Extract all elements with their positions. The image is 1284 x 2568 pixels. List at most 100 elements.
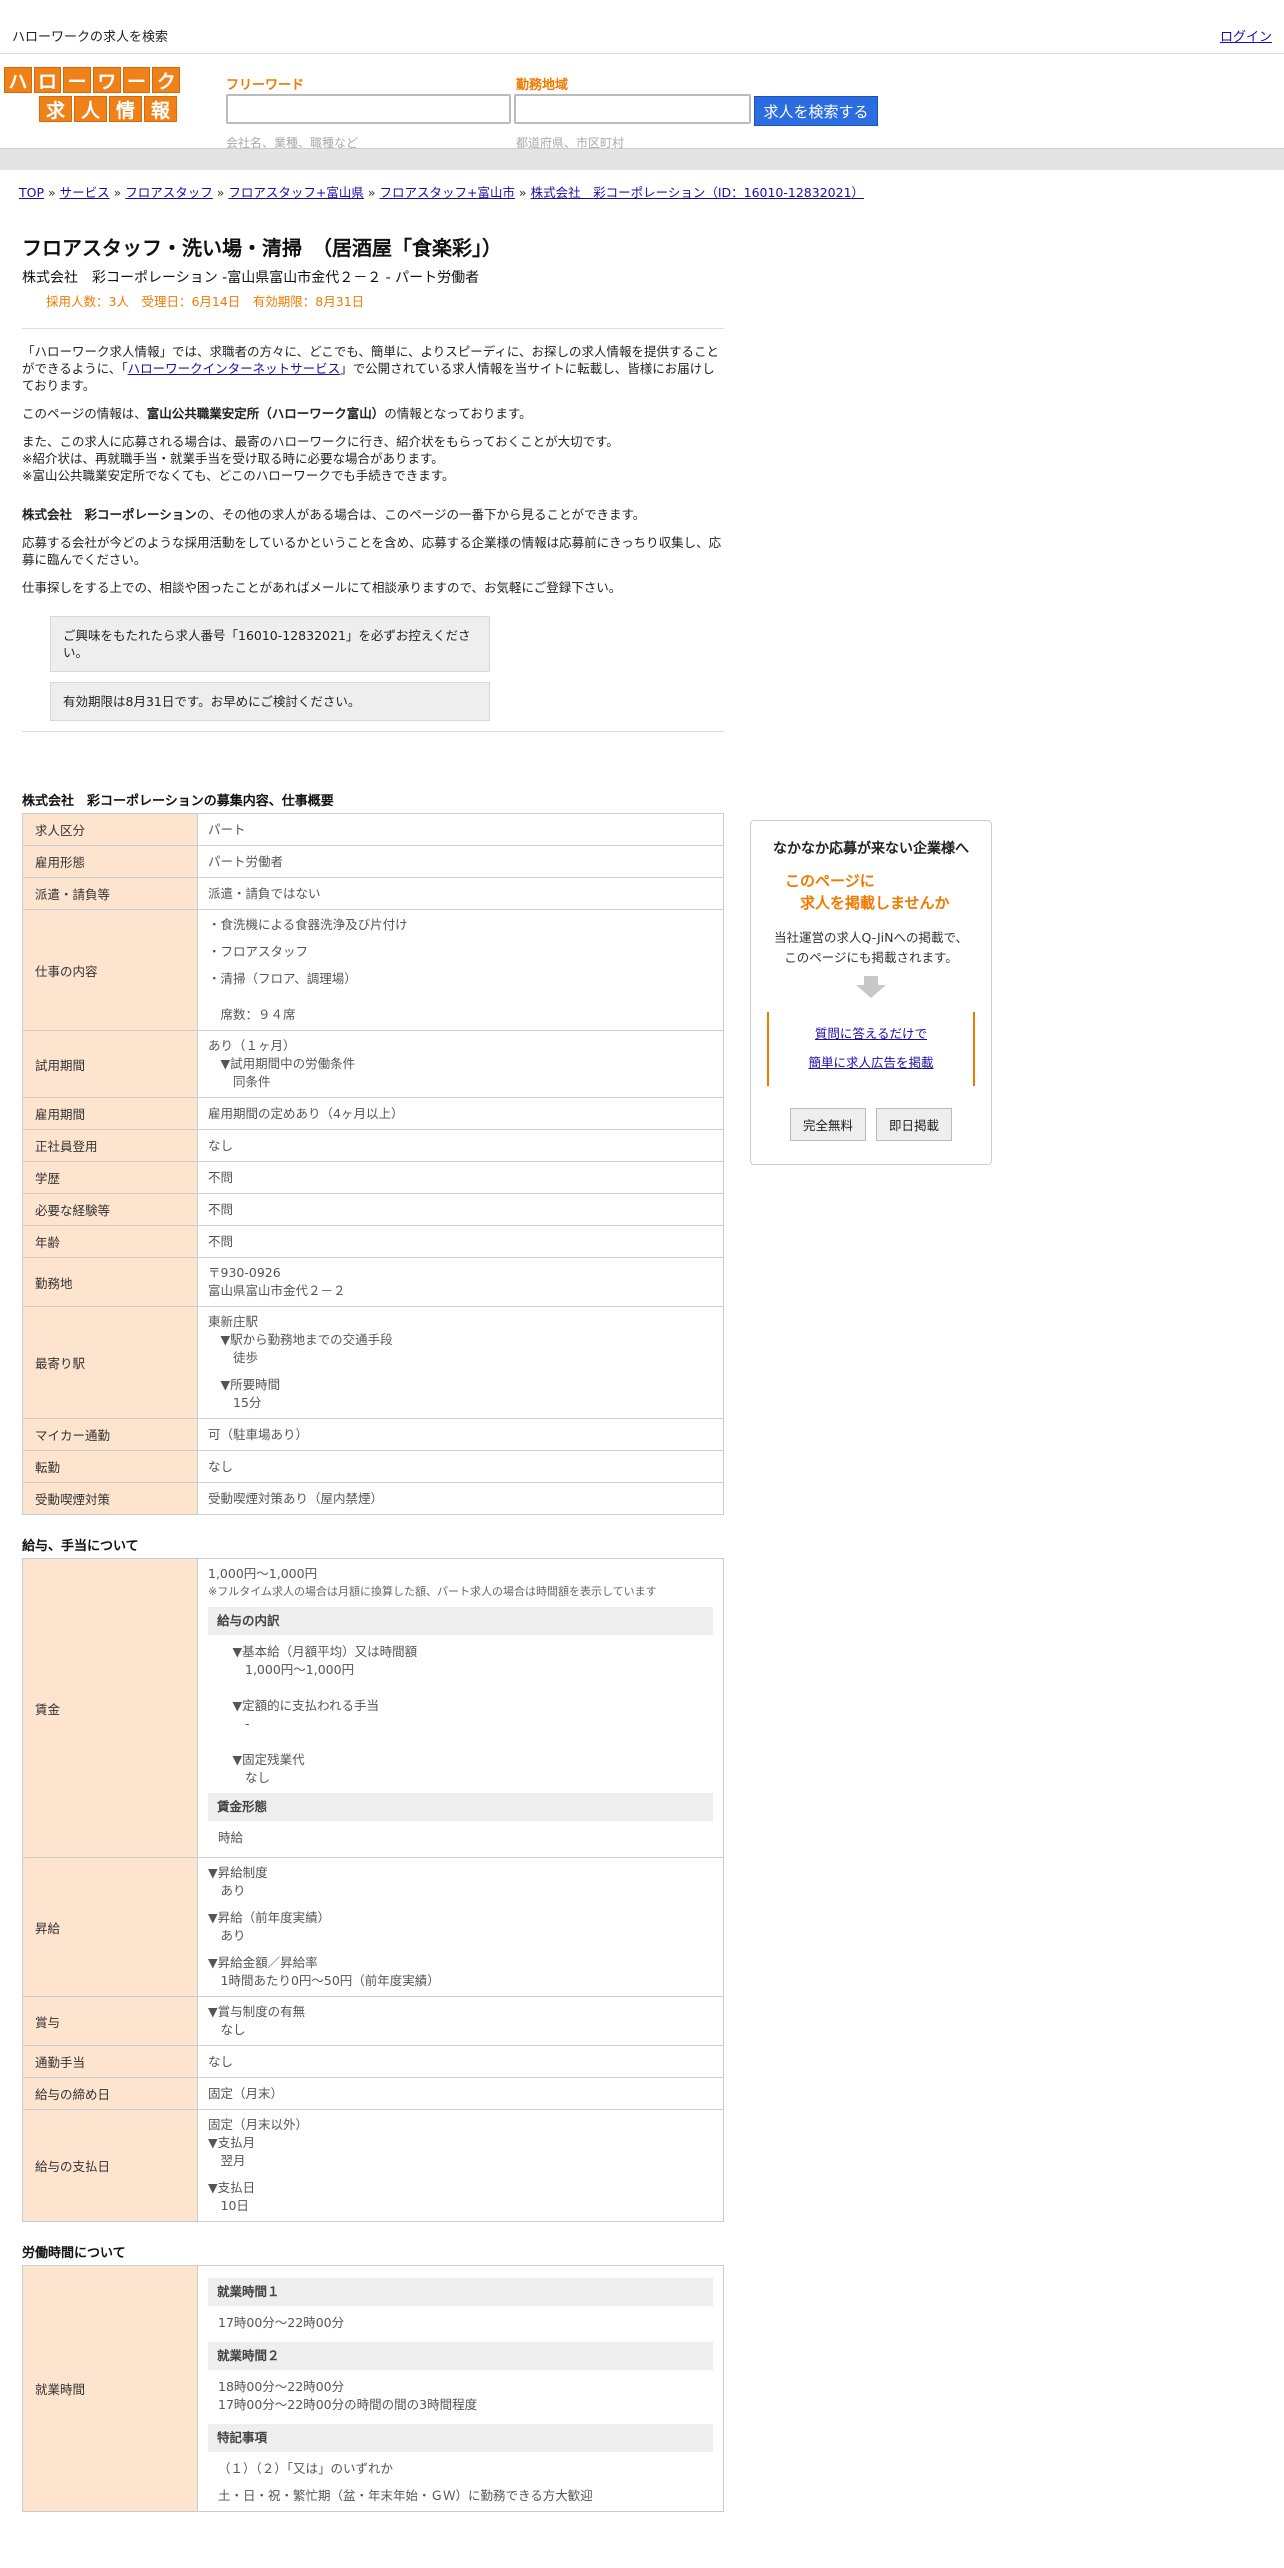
row-value: なし	[197, 1129, 724, 1162]
ad-body-line: 当社運営の求人Q-JiNへの掲載で、	[774, 930, 968, 945]
breadcrumb-link[interactable]: フロアスタッフ+富山県	[228, 185, 363, 200]
value-line: なし	[208, 1458, 234, 1474]
row-value: ・食洗機による食器洗浄及び片付け ・フロアスタッフ ・清掃（フロア、調理場） 席数：…	[197, 909, 724, 1031]
table-row: 賃金 1,000円〜1,000円 ※フルタイム求人の場合は月額に換算した額、パー…	[22, 1558, 724, 1858]
value-line: ・フロアスタッフ	[208, 944, 309, 959]
source-text: の情報となっております。	[384, 406, 532, 421]
value-line: ▼昇給金額／昇給率	[208, 1955, 318, 1970]
value-line: ▼試用期間中の労働条件	[208, 1056, 356, 1071]
site-title: ハローワークの求人を検索	[12, 30, 169, 45]
logo-char: ク	[152, 67, 181, 93]
free-button[interactable]: 完全無料	[789, 1108, 866, 1141]
table-row: 派遣・請負等 派遣・請負ではない	[22, 877, 724, 910]
top-bar: ハローワークの求人を検索 ログイン	[0, 0, 1284, 54]
referral-note: ※富山公共職業安定所でなくても、どこのハローワークでも手続きできます。	[22, 468, 455, 483]
row-label: 求人区分	[22, 813, 198, 846]
value-line: なし	[220, 1770, 271, 1785]
value-line	[220, 1733, 713, 1751]
value-line: -	[220, 1716, 250, 1731]
table-row: 試用期間 あり（１ヶ月） ▼試用期間中の労働条件 同条件	[22, 1030, 724, 1098]
research-paragraph: 応募する会社が今どのような採用活動をしているかということを含め、応募する企業様の…	[22, 535, 722, 567]
value-line: ▼所要時間	[208, 1377, 281, 1392]
job-number-notice: ご興味をもたれたら求人番号「16010-12832021」を必ずお控えください。	[50, 616, 490, 672]
search-button[interactable]: 求人を検索する	[754, 96, 878, 126]
table-row: 給与の支払日 固定（月末以外） ▼支払月 翌月 ▼支払日 10日	[22, 2109, 724, 2222]
value-line: ▼定額的に支払われる手当	[220, 1698, 380, 1713]
row-label: 雇用形態	[22, 845, 198, 878]
area-input[interactable]	[514, 94, 751, 124]
breadcrumb-link[interactable]: サービス	[60, 185, 110, 200]
row-value: 可（駐車場あり）	[197, 1418, 724, 1451]
hours-table: 就業時間 就業時間１ 17時00分〜22時00分 就業時間２ 18時00分〜22…	[22, 2265, 724, 2512]
breadcrumb-link[interactable]: 株式会社 彩コーポレーション（ID：16010-12832021）	[531, 185, 864, 200]
breadcrumb-separator: »	[212, 185, 229, 200]
other-jobs-paragraph: 株式会社 彩コーポレーションの、その他の求人がある場合は、このページの一番下から…	[22, 506, 724, 523]
value-line: なし	[208, 1137, 234, 1153]
row-value: 不問	[197, 1225, 724, 1258]
wage-detail: ▼基本給（月額平均）又は時間額 1,000円〜1,000円 ▼定額的に支払われる…	[208, 1643, 713, 1787]
value-line: 受動喫煙対策あり（屋内禁煙）	[208, 1490, 384, 1506]
freeword-hint: 会社名、業種、職種など	[226, 136, 359, 150]
value-line	[208, 997, 713, 1006]
hours1-heading: 就業時間１	[208, 2278, 713, 2306]
raise-label: 昇給	[22, 1857, 198, 1997]
logo-char: ー	[63, 67, 92, 93]
row-label: マイカー通勤	[22, 1418, 198, 1451]
same-day-button[interactable]: 即日掲載	[876, 1108, 953, 1141]
breadcrumb-link[interactable]: フロアスタッフ	[125, 185, 213, 200]
hours1-value: 17時00分〜22時00分	[218, 2315, 345, 2330]
bonus-label: 賞与	[22, 1996, 198, 2046]
row-value: 不問	[197, 1161, 724, 1194]
value-line: 18時00分〜22時00分	[218, 2379, 345, 2394]
row-value: あり（１ヶ月） ▼試用期間中の労働条件 同条件	[197, 1030, 724, 1098]
table-row: 勤務地 〒930-0926 富山県富山市金代２－２	[22, 1257, 724, 1307]
breadcrumb-link[interactable]: フロアスタッフ+富山市	[379, 185, 514, 200]
site-logo[interactable]: ハローワーク 求人情報	[4, 67, 181, 125]
value-line: 不問	[208, 1169, 234, 1185]
table-row: 通勤手当 なし	[22, 2045, 724, 2078]
hellowork-internet-link[interactable]: ハローワークインターネットサービス	[128, 361, 341, 376]
freeword-input[interactable]	[226, 94, 511, 124]
table-row: 受動喫煙対策 受動喫煙対策あり（屋内禁煙）	[22, 1482, 724, 1515]
ad-link-post[interactable]: 簡単に求人広告を掲載	[808, 1055, 933, 1070]
table-row: 昇給 ▼昇給制度 あり ▼昇給（前年度実績） あり ▼昇給金額／昇給率 1時間あたり…	[22, 1857, 724, 1997]
breadcrumb-separator: »	[109, 185, 126, 200]
value-line: 土・日・祝・繁忙期（盆・年末年始・ＧＷ）に勤務できる方大歓迎	[218, 2488, 593, 2503]
value-line: 同条件	[208, 1074, 271, 1089]
overview-title: 株式会社 彩コーポレーションの募集内容、仕事概要	[22, 794, 334, 809]
row-value: 〒930-0926 富山県富山市金代２－２	[197, 1257, 724, 1307]
row-label: 必要な経験等	[22, 1193, 198, 1226]
hours-value: 就業時間１ 17時00分〜22時00分 就業時間２ 18時00分〜22時00分 1…	[197, 2265, 724, 2512]
value-line: 雇用期間の定めあり（4ヶ月以上）	[208, 1105, 404, 1121]
value-line: ▼基本給（月額平均）又は時間額	[220, 1644, 418, 1659]
ad-body: 当社運営の求人Q-JiNへの掲載で、 このページにも掲載されます。	[751, 928, 991, 968]
logo-char: ロ	[33, 67, 62, 93]
breadcrumb-link[interactable]: TOP	[19, 185, 44, 200]
ad-catch-line: このページに	[785, 872, 875, 890]
login-link[interactable]: ログイン	[1220, 26, 1272, 45]
row-value: 不問	[197, 1193, 724, 1226]
row-label: 正社員登用	[22, 1129, 198, 1162]
table-row: 仕事の内容 ・食洗機による食器洗浄及び片付け ・フロアスタッフ ・清掃（フロア、調理場…	[22, 909, 724, 1031]
source-text: このページの情報は、	[22, 406, 147, 421]
wage-value: 1,000円〜1,000円 ※フルタイム求人の場合は月額に換算した額、パート求人…	[197, 1558, 724, 1858]
row-value: 受動喫煙対策あり（屋内禁煙）	[197, 1482, 724, 1515]
divider	[22, 731, 724, 732]
table-row: 賞与 ▼賞与制度の有無 なし	[22, 1996, 724, 2046]
bonus-value: ▼賞与制度の有無 なし	[197, 1996, 724, 2046]
value-line: パート労働者	[208, 853, 284, 869]
job-meta: 採用人数：3人 受理日：6月14日 有効期限：8月31日	[46, 294, 365, 309]
value-line: パート	[208, 821, 246, 837]
ad-link-questions[interactable]: 質問に答えるだけで	[815, 1026, 927, 1041]
value-line: あり	[208, 1883, 246, 1898]
company-name: 株式会社 彩コーポレーション	[22, 507, 197, 522]
source-paragraph: このページの情報は、富山公共職業安定所（ハローワーク富山）の情報となっております…	[22, 405, 724, 422]
row-label: 最寄り駅	[22, 1306, 198, 1419]
value-line: 富山県富山市金代２－２	[208, 1283, 346, 1298]
wage-detail-heading: 給与の内訳	[208, 1607, 713, 1635]
table-row: 雇用期間 雇用期間の定めあり（4ヶ月以上）	[22, 1097, 724, 1130]
value-line: 〒930-0926	[208, 1265, 281, 1280]
row-value: なし	[197, 1450, 724, 1483]
value-line: 席数：９４席	[208, 1007, 296, 1022]
row-label: 仕事の内容	[22, 909, 198, 1031]
